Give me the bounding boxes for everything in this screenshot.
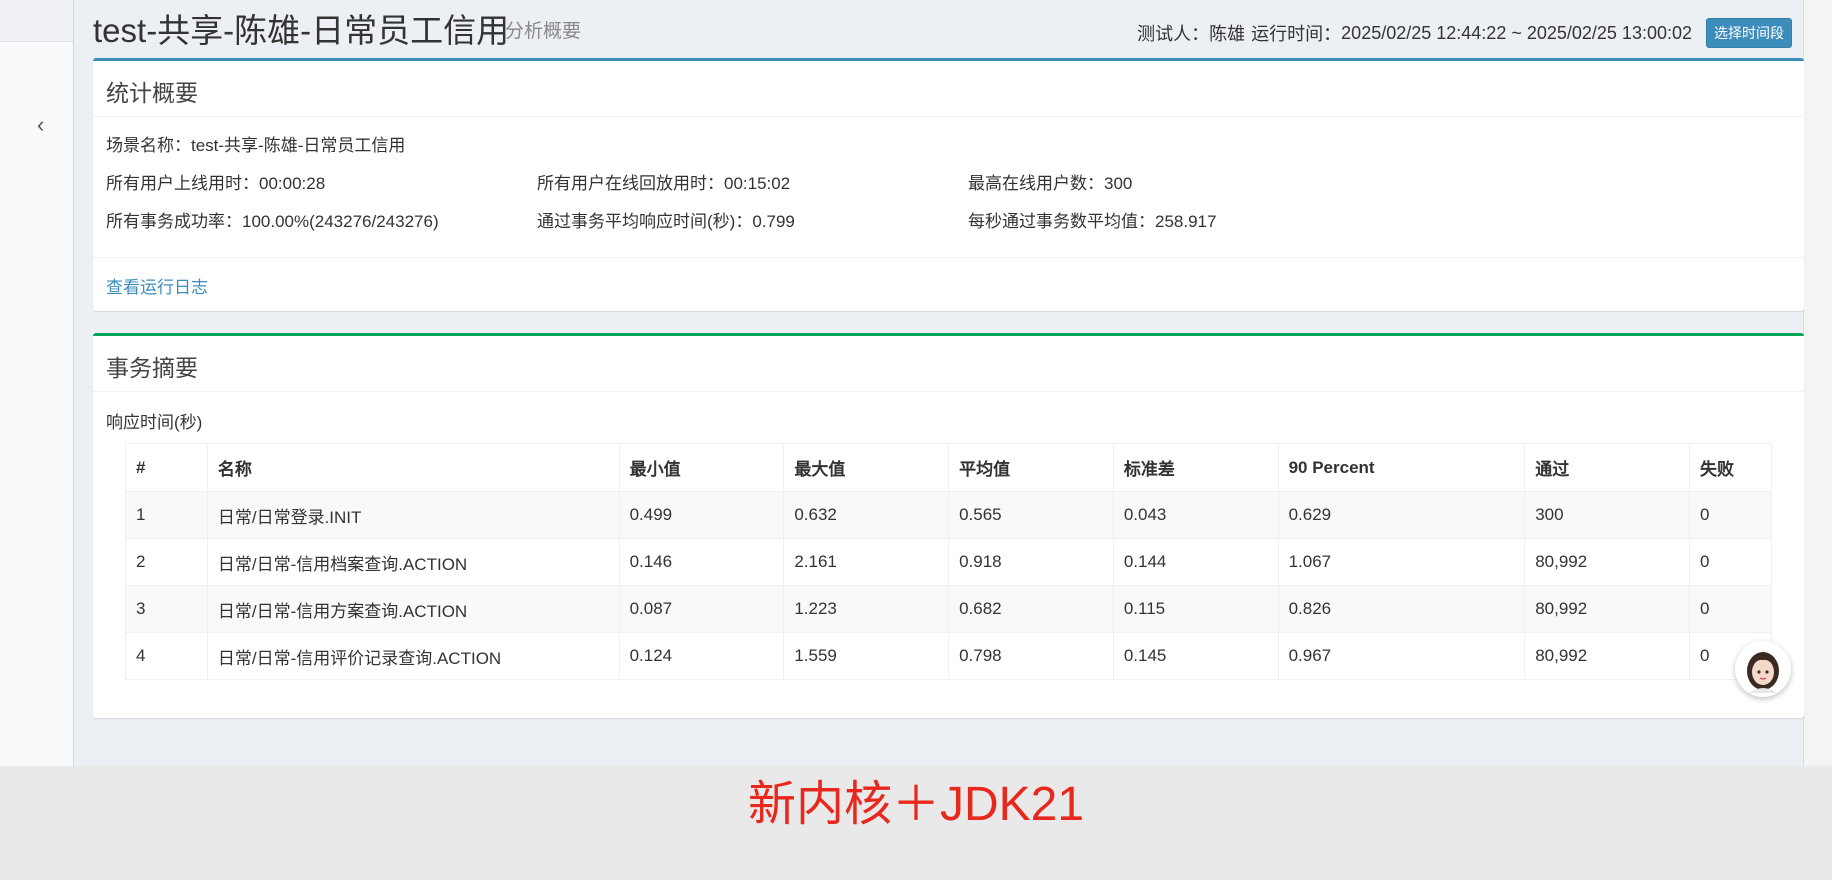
view-log-link[interactable]: 查看运行日志	[106, 273, 208, 298]
response-time-label: 响应时间(秒)	[106, 413, 203, 432]
table-cell: 80,992	[1524, 585, 1690, 633]
stats-title: 统计概要	[106, 80, 198, 106]
table-cell: 0.798	[948, 632, 1114, 680]
table-cell: 80,992	[1524, 632, 1690, 680]
app-window: ‹ test-共享-陈雄-日常员工信用 分析概要 测试人： 陈雄 运行时间： 2…	[0, 0, 1832, 766]
table-cell: 0.145	[1112, 632, 1279, 680]
table-cell: 日常/日常登录.INIT	[206, 491, 620, 539]
stats-row: 所有用户上线用时：00:00:28 所有用户在线回放用时：00:15:02 最高…	[106, 169, 1791, 207]
table-cell: 80,992	[1524, 538, 1690, 586]
stat-replay-time: 所有用户在线回放用时：00:15:02	[537, 174, 791, 193]
tester-name: 陈雄	[1209, 24, 1246, 44]
right-scrollbar[interactable]	[1803, 0, 1832, 766]
column-header[interactable]: 通过	[1524, 443, 1690, 492]
transaction-table-wrapper: # 名称 最小值 最大值 平均值 标准差 90 Percent 通过 失败 1	[125, 443, 1773, 680]
table-cell: 1.559	[783, 632, 950, 680]
txn-title: 事务摘要	[106, 355, 198, 381]
table-cell: 0	[1688, 585, 1773, 633]
table-cell: 0.682	[948, 585, 1114, 633]
table-cell: 0.629	[1277, 491, 1526, 539]
sidebar-header	[0, 0, 73, 42]
table-cell: 2	[125, 538, 208, 586]
table-cell: 0.087	[618, 585, 785, 633]
column-header[interactable]: 名称	[206, 443, 620, 492]
select-period-button[interactable]: 选择时间段	[1706, 18, 1792, 48]
page-subtitle: 分析概要	[505, 21, 582, 42]
table-row: 2 日常/日常-信用档案查询.ACTION 0.146 2.161 0.918 …	[125, 538, 1773, 586]
stat-max-users: 最高在线用户数：300	[968, 174, 1133, 193]
table-cell: 0.124	[618, 632, 785, 680]
table-cell: 0.826	[1277, 585, 1526, 633]
table-cell: 2.161	[783, 538, 950, 586]
stat-ramp-up-time: 所有用户上线用时：00:00:28	[106, 174, 326, 193]
table-cell: 0.146	[618, 538, 785, 586]
column-header[interactable]: #	[125, 443, 208, 492]
column-header[interactable]: 标准差	[1112, 443, 1279, 492]
stats-box-footer: 查看运行日志	[93, 257, 1804, 312]
chevron-left-icon[interactable]: ‹	[37, 114, 44, 136]
column-header[interactable]: 90 Percent	[1277, 443, 1526, 492]
table-cell: 0.632	[783, 491, 950, 539]
sidebar: ‹	[0, 0, 74, 766]
table-cell: 0.967	[1277, 632, 1526, 680]
run-info: 测试人： 陈雄 运行时间： 2025/02/25 12:44:22 ~ 2025…	[1137, 18, 1798, 48]
assistant-avatar-icon[interactable]	[1735, 641, 1791, 697]
stat-avg-response: 通过事务平均响应时间(秒)：0.799	[537, 212, 795, 231]
column-header[interactable]: 失败	[1688, 443, 1773, 492]
transaction-summary-box: 事务摘要 响应时间(秒) # 名称 最小值 最大值 平均值 标准差 90 Per…	[93, 333, 1804, 718]
stats-body: 场景名称：test-共享-陈雄-日常员工信用 所有用户上线用时：00:00:28…	[106, 131, 1791, 245]
table-cell: 0.918	[948, 538, 1114, 586]
runtime-value: 2025/02/25 12:44:22 ~ 2025/02/25 13:00:0…	[1341, 22, 1692, 43]
table-cell: 日常/日常-信用评价记录查询.ACTION	[206, 632, 620, 680]
stats-row: 场景名称：test-共享-陈雄-日常员工信用	[106, 131, 1791, 169]
table-cell: 0.565	[948, 491, 1114, 539]
scene-name: 场景名称：test-共享-陈雄-日常员工信用	[106, 136, 406, 155]
stats-row: 所有事务成功率：100.00%(243276/243276) 通过事务平均响应时…	[106, 207, 1791, 245]
column-header[interactable]: 最大值	[783, 443, 950, 492]
page-title: test-共享-陈雄-日常员工信用	[93, 12, 510, 49]
column-header[interactable]: 最小值	[618, 443, 785, 492]
table-cell: 3	[125, 585, 208, 633]
table-cell: 1	[125, 491, 208, 539]
table-cell: 4	[125, 632, 208, 680]
txn-box-header: 事务摘要	[93, 336, 1804, 392]
table-cell: 0.043	[1112, 491, 1279, 539]
table-row: 3 日常/日常-信用方案查询.ACTION 0.087 1.223 0.682 …	[125, 585, 1773, 633]
table-cell: 0.144	[1112, 538, 1279, 586]
tester-label: 测试人：	[1137, 24, 1210, 44]
stat-success-rate: 所有事务成功率：100.00%(243276/243276)	[106, 212, 439, 231]
stats-box-header: 统计概要	[93, 61, 1804, 117]
table-cell: 300	[1524, 491, 1690, 539]
caption-text: 新内核＋JDK21	[747, 778, 1085, 831]
runtime-label: 运行时间：	[1251, 24, 1342, 44]
table-cell: 0	[1688, 491, 1773, 539]
table-row: 1 日常/日常登录.INIT 0.499 0.632 0.565 0.043 0…	[125, 491, 1773, 539]
table-header-row: # 名称 最小值 最大值 平均值 标准差 90 Percent 通过 失败	[125, 443, 1773, 492]
table-cell: 日常/日常-信用档案查询.ACTION	[206, 538, 620, 586]
stats-summary-box: 统计概要 场景名称：test-共享-陈雄-日常员工信用 所有用户上线用时：00:…	[93, 58, 1804, 311]
page-header: test-共享-陈雄-日常员工信用 分析概要 测试人： 陈雄 运行时间： 202…	[93, 0, 1804, 50]
table-cell: 0.115	[1112, 585, 1279, 633]
table-row: 4 日常/日常-信用评价记录查询.ACTION 0.124 1.559 0.79…	[125, 632, 1773, 680]
table-cell: 日常/日常-信用方案查询.ACTION	[206, 585, 620, 633]
table-cell: 0.499	[618, 491, 785, 539]
table-cell: 0	[1688, 538, 1773, 586]
table-cell: 1.067	[1277, 538, 1526, 586]
stat-tps: 每秒通过事务数平均值：258.917	[968, 212, 1217, 231]
column-header[interactable]: 平均值	[948, 443, 1114, 492]
table-cell: 1.223	[783, 585, 950, 633]
transaction-table: # 名称 最小值 最大值 平均值 标准差 90 Percent 通过 失败 1	[125, 443, 1773, 680]
